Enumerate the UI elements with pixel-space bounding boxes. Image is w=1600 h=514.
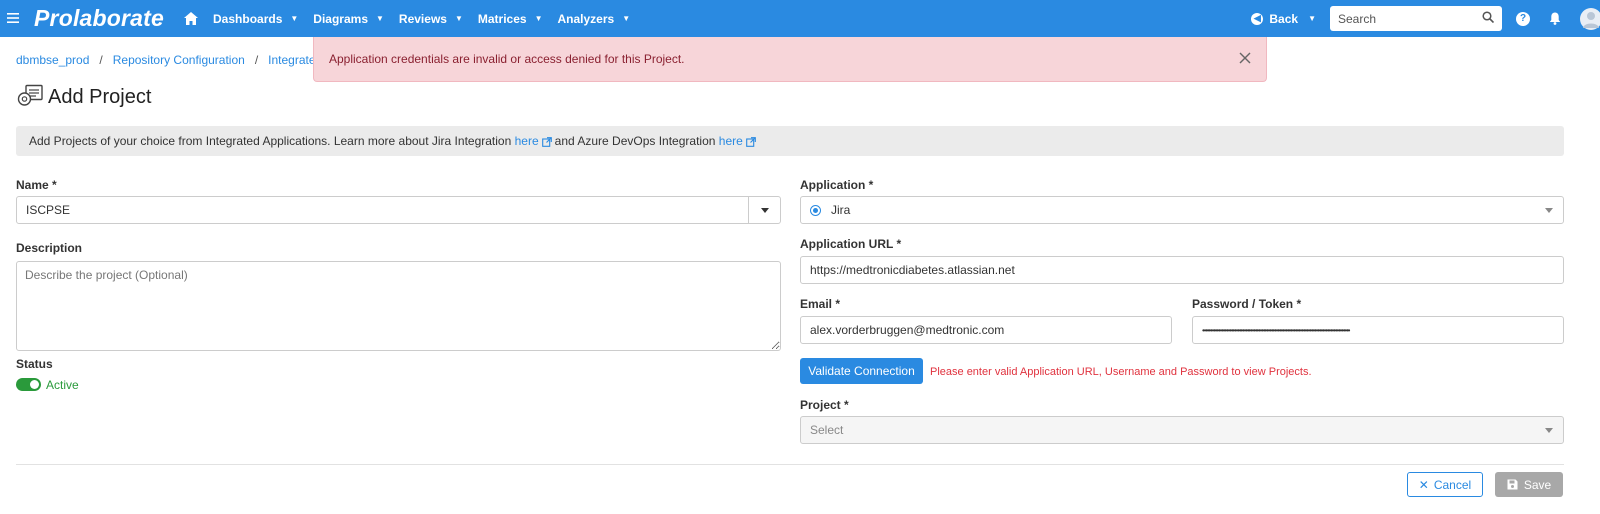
menu-icon[interactable] — [0, 10, 26, 28]
nav-label: Diagrams — [313, 11, 368, 26]
nav-label: Matrices — [477, 11, 527, 26]
project-icon — [17, 84, 44, 111]
breadcrumb: dbmbse_prod / Repository Configuration /… — [16, 53, 333, 67]
page-title: Add Project — [48, 86, 152, 108]
caret-down-icon: ▼ — [534, 14, 543, 23]
project-select[interactable]: Select — [800, 416, 1564, 444]
close-icon: ✕ — [1418, 477, 1429, 492]
cancel-label: Cancel — [1433, 477, 1472, 492]
status-label: Status — [16, 357, 53, 371]
search-input[interactable] — [1338, 11, 1468, 26]
description-label: Description — [16, 241, 83, 255]
nav-label: Dashboards — [213, 11, 283, 26]
status-value: Active — [46, 378, 79, 392]
caret-down-icon: ▼ — [1308, 14, 1316, 23]
breadcrumb-separator: / — [254, 53, 259, 67]
footer-divider — [16, 464, 1564, 465]
app-url-input[interactable]: https://medtronicdiabetes.atlassian.net — [800, 256, 1564, 284]
name-label: Name * — [16, 178, 57, 192]
app-logo[interactable]: Prolaborate — [34, 5, 164, 32]
azure-devops-integration-link[interactable]: here — [719, 134, 743, 148]
external-link-icon — [745, 136, 756, 147]
save-icon — [1507, 479, 1518, 490]
application-select[interactable]: Jira — [800, 196, 1564, 224]
cancel-button[interactable]: ✕ Cancel — [1407, 472, 1483, 497]
close-icon[interactable] — [1238, 51, 1252, 65]
caret-down-icon: ▼ — [454, 14, 463, 23]
avatar[interactable] — [1580, 7, 1600, 30]
page-header: Add Project — [17, 84, 151, 111]
email-label: Email * — [800, 297, 841, 311]
description-textarea[interactable] — [16, 261, 781, 351]
breadcrumb-item-repo[interactable]: dbmbse_prod — [16, 53, 89, 67]
home-icon[interactable] — [184, 11, 199, 26]
validate-connection-button[interactable]: Validate Connection — [800, 358, 923, 384]
name-select[interactable]: ISCPSE — [16, 196, 781, 224]
info-banner: Add Projects of your choice from Integra… — [16, 126, 1564, 156]
save-label: Save — [1523, 477, 1552, 492]
email-input[interactable]: alex.vorderbruggen@medtronic.com — [800, 316, 1172, 344]
validation-error: Please enter valid Application URL, User… — [930, 366, 1312, 378]
back-arrow-icon: ◀ — [1251, 12, 1264, 25]
back-label: Back — [1269, 11, 1299, 26]
info-text: Add Projects of your choice from Integra… — [29, 134, 512, 148]
top-navbar: Prolaborate Dashboards ▼ Diagrams ▼ Review… — [0, 0, 1600, 37]
app-url-label: Application URL * — [800, 237, 902, 251]
password-label: Password / Token * — [1192, 297, 1302, 311]
alert-message: Application credentials are invalid or a… — [329, 52, 685, 66]
external-link-icon — [541, 136, 552, 147]
caret-down-icon: ▼ — [622, 14, 631, 23]
nav-reviews[interactable]: Reviews ▼ — [399, 12, 463, 26]
application-value: Jira — [831, 203, 851, 217]
caret-down-icon: ▼ — [376, 14, 384, 23]
nav-label: Reviews — [398, 11, 447, 26]
info-text-middle: and Azure DevOps Integration — [554, 134, 716, 148]
help-icon[interactable]: ? — [1516, 11, 1530, 26]
nav-label: Analyzers — [557, 11, 615, 26]
jira-integration-link[interactable]: here — [515, 134, 539, 148]
radio-selected-icon — [810, 204, 821, 216]
password-input[interactable]: ••••••••••••••••••••••••••••••••••••••••… — [1192, 316, 1564, 344]
email-value: alex.vorderbruggen@medtronic.com — [810, 323, 1005, 337]
breadcrumb-separator: / — [99, 53, 103, 67]
search-icon[interactable] — [1482, 11, 1495, 26]
nav-diagrams[interactable]: Diagrams ▼ — [313, 12, 384, 26]
password-value: ••••••••••••••••••••••••••••••••••••••••… — [1202, 325, 1350, 335]
search-box — [1330, 6, 1502, 31]
error-alert: Application credentials are invalid or a… — [313, 37, 1267, 82]
caret-down-icon — [760, 207, 769, 213]
name-value: ISCPSE — [26, 203, 71, 217]
save-button[interactable]: Save — [1495, 472, 1563, 497]
bell-icon[interactable] — [1548, 12, 1562, 26]
nav-analyzers[interactable]: Analyzers ▼ — [558, 12, 631, 26]
project-placeholder: Select — [810, 423, 844, 437]
breadcrumb-item-repository-configuration[interactable]: Repository Configuration — [113, 53, 245, 67]
app-url-value: https://medtronicdiabetes.atlassian.net — [810, 263, 1015, 277]
nav-matrices[interactable]: Matrices ▼ — [478, 12, 543, 26]
caret-down-icon — [1545, 428, 1553, 433]
status-toggle[interactable] — [16, 378, 41, 391]
project-label: Project * — [800, 398, 849, 412]
application-label: Application * — [800, 178, 874, 192]
nav-dashboards[interactable]: Dashboards ▼ — [213, 12, 298, 26]
back-button[interactable]: ◀ Back ▼ — [1251, 12, 1316, 26]
caret-down-icon: ▼ — [290, 14, 299, 23]
name-dropdown-button[interactable] — [748, 197, 780, 223]
caret-down-icon — [1545, 208, 1553, 213]
